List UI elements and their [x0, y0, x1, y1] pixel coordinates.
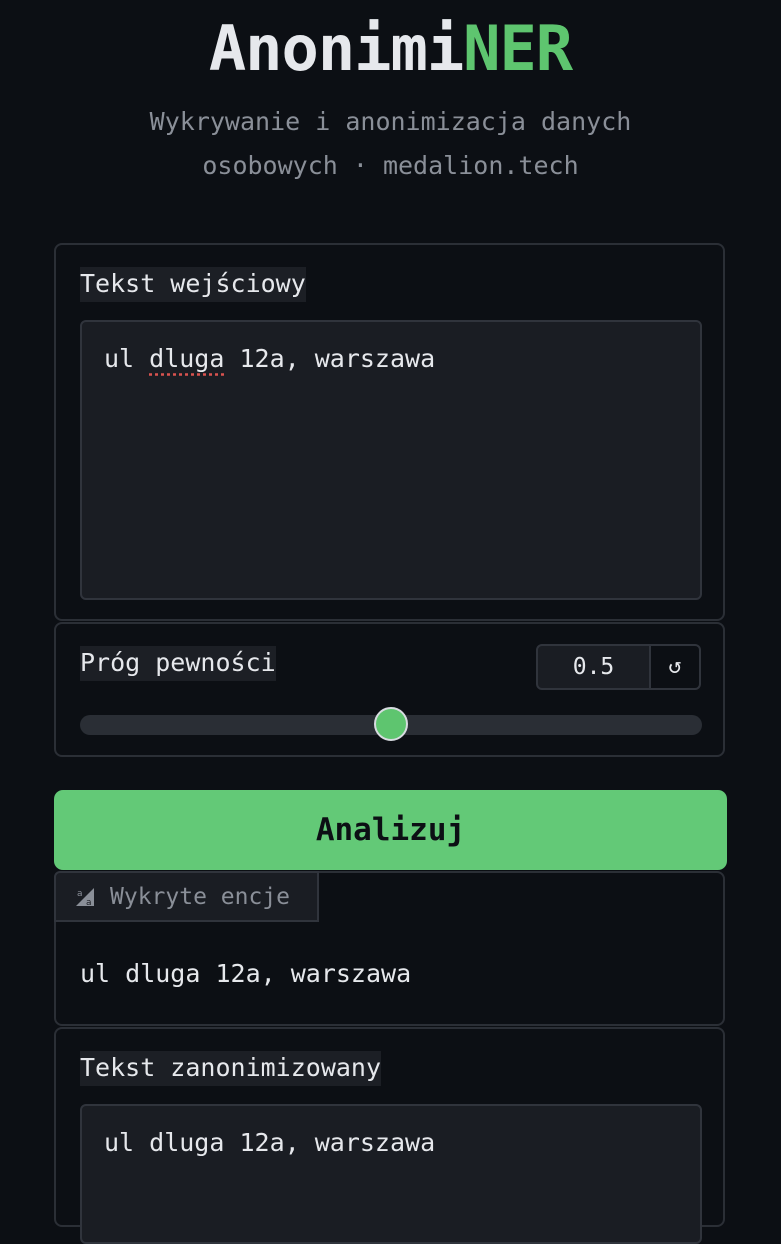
- slider-thumb[interactable]: [374, 707, 408, 741]
- anonymized-label: Tekst zanonimizowany: [80, 1051, 382, 1086]
- threshold-slider[interactable]: [80, 707, 702, 741]
- svg-text:a: a: [86, 898, 92, 908]
- title-accent: NER: [463, 12, 573, 85]
- app-title: AnonimiNER: [0, 14, 781, 84]
- threshold-number-input[interactable]: 0.5: [536, 644, 651, 690]
- anonymized-panel: Tekst zanonimizowany ul dluga 12a, warsz…: [54, 1027, 725, 1244]
- app-subtitle: Wykrywanie i anonimizacja danych osobowy…: [80, 100, 701, 188]
- input-text-before: ul: [104, 344, 150, 373]
- highlight-text-icon: a a: [76, 887, 94, 908]
- subtitle-line-2: osobowych · medalion.tech: [202, 151, 579, 180]
- entities-text: ul dluga 12a, warszawa: [80, 959, 412, 988]
- subtitle-line-1: Wykrywanie i anonimizacja danych: [149, 107, 632, 136]
- entities-tab-label: Wykryte encje: [110, 883, 291, 910]
- analyze-button[interactable]: Analizuj: [54, 790, 727, 870]
- reset-icon[interactable]: ↺: [651, 644, 701, 690]
- input-panel: Tekst wejściowy ul dluga 12a, warszawa: [54, 243, 725, 621]
- input-textarea[interactable]: ul dluga 12a, warszawa: [80, 320, 702, 600]
- anonymized-text: ul dluga 12a, warszawa: [104, 1128, 436, 1157]
- entities-tab[interactable]: a a Wykryte encje: [54, 871, 319, 922]
- svg-text:a: a: [77, 889, 83, 899]
- anonymized-textarea[interactable]: ul dluga 12a, warszawa: [80, 1104, 702, 1244]
- title-main: Anonimi: [208, 12, 464, 85]
- threshold-label: Próg pewności: [80, 646, 276, 681]
- threshold-panel: Próg pewności 0.5 ↺: [54, 622, 725, 757]
- entities-panel: a a Wykryte encje ul dluga 12a, warszawa: [54, 871, 725, 1026]
- input-label: Tekst wejściowy: [80, 267, 306, 302]
- input-text-after: 12a, warszawa: [224, 344, 436, 373]
- misspelled-word: dluga: [149, 344, 225, 373]
